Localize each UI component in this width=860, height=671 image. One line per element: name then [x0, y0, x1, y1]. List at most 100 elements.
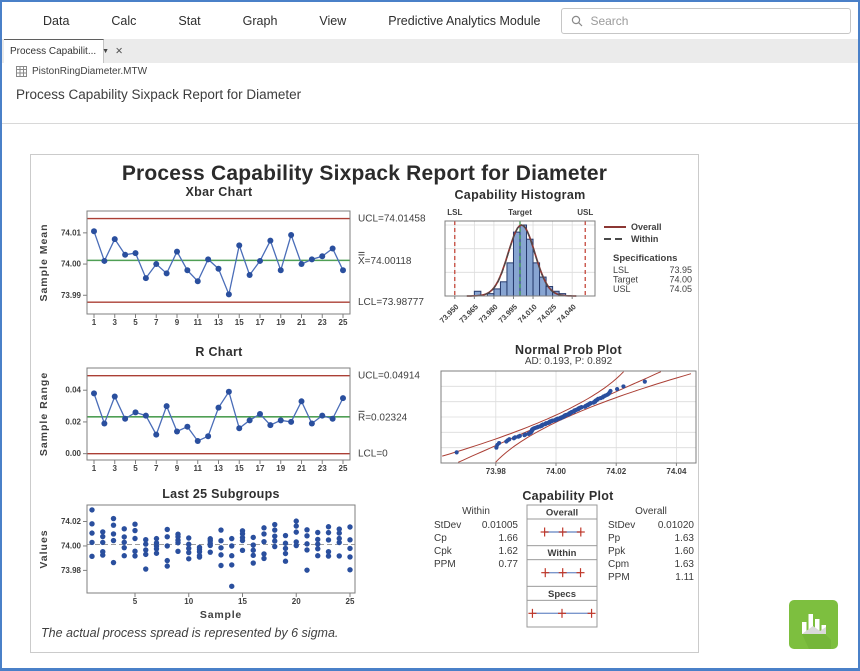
- chevron-down-icon[interactable]: ▼: [102, 48, 109, 55]
- svg-text:20: 20: [292, 597, 301, 606]
- probplot-chart-block[interactable]: Normal Prob PlotAD: 0.193, P: 0.89273.98…: [408, 343, 698, 487]
- menu-item-calc[interactable]: Calc: [90, 14, 157, 28]
- capability-chart-block[interactable]: Capability PlotWithinStDev0.01005Cp1.66C…: [408, 489, 698, 633]
- svg-text:73.98: 73.98: [61, 566, 82, 575]
- menu-item-data[interactable]: Data: [22, 14, 90, 28]
- stat-label: Cpk: [434, 545, 452, 558]
- stat-row: StDev 0.01005: [434, 519, 518, 532]
- svg-text:15: 15: [235, 464, 244, 473]
- svg-text:LSL: LSL: [447, 208, 462, 217]
- svg-text:13: 13: [214, 464, 223, 473]
- svg-text:LCL=0: LCL=0: [358, 449, 388, 460]
- svg-text:USL: USL: [613, 284, 631, 294]
- probplot-plot[interactable]: 73.9874.0074.0274.04: [408, 369, 698, 481]
- svg-text:73.95: 73.95: [669, 265, 692, 275]
- svg-text:74.04: 74.04: [666, 467, 687, 476]
- svg-text:15: 15: [235, 318, 244, 327]
- svg-text:Target: Target: [613, 275, 639, 285]
- svg-text:74.00: 74.00: [61, 541, 82, 550]
- menu-item-graph[interactable]: Graph: [222, 14, 299, 28]
- svg-text:X=74.00118: X=74.00118: [358, 256, 412, 267]
- svg-text:7: 7: [154, 318, 159, 327]
- menu-bar: DataCalcStatGraphViewPredictive Analytic…: [2, 2, 858, 39]
- svg-text:11: 11: [194, 464, 203, 473]
- stat-row: Cp1.66: [434, 532, 518, 545]
- menu-item-view[interactable]: View: [298, 14, 367, 28]
- output-heading: Process Capability Sixpack Report for Di…: [16, 87, 301, 102]
- svg-text:74.02: 74.02: [61, 517, 82, 526]
- rchart-plot[interactable]: 0.000.020.04135791113151719212325Sample …: [33, 358, 429, 483]
- app-window: DataCalcStatGraphViewPredictive Analytic…: [0, 0, 860, 671]
- svg-text:73.980: 73.980: [477, 302, 500, 325]
- stat-value: 0.77: [499, 558, 518, 571]
- svg-text:USL: USL: [577, 208, 593, 217]
- menu-item-predictive-analytics-module[interactable]: Predictive Analytics Module: [367, 14, 561, 28]
- stat-row: Cpm1.63: [608, 558, 694, 571]
- svg-text:13: 13: [214, 318, 223, 327]
- stat-value: 0.01005: [482, 519, 518, 532]
- tab-strip: Process Capabilit... ▼ ✕: [2, 39, 858, 63]
- xbar-plot[interactable]: 73.9974.0074.01135791113151719212325Samp…: [33, 199, 429, 337]
- rchart-ylabel: Sample Range: [38, 372, 50, 456]
- menu-item-stat[interactable]: Stat: [157, 14, 221, 28]
- svg-text:3: 3: [113, 464, 118, 473]
- report-panel: Process Capability Sixpack Report for Di…: [30, 154, 699, 653]
- worksheet-name: PistonRingDiameter.MTW: [32, 66, 147, 77]
- stat-value: 1.60: [675, 545, 694, 558]
- svg-text:25: 25: [339, 464, 348, 473]
- report-title: Process Capability Sixpack Report for Di…: [31, 162, 698, 186]
- last25-chart-block[interactable]: Last 25 Subgroups73.9874.0074.0251015202…: [33, 487, 429, 627]
- stat-label: PPM: [434, 558, 456, 571]
- stat-row: PPM1.11: [608, 571, 694, 584]
- svg-text:Overall: Overall: [546, 508, 578, 519]
- xbar-chart-block[interactable]: Xbar Chart73.9974.0074.01135791113151719…: [33, 185, 429, 337]
- svg-text:3: 3: [113, 318, 118, 327]
- histogram-plot[interactable]: LSLTargetUSL73.95073.96573.98073.99574.0…: [408, 201, 698, 351]
- histogram-chart-block[interactable]: Capability HistogramLSLTargetUSL73.95073…: [408, 185, 698, 343]
- close-icon[interactable]: ✕: [115, 46, 123, 57]
- svg-text:5: 5: [133, 597, 138, 606]
- svg-text:19: 19: [276, 464, 285, 473]
- search-box[interactable]: [561, 8, 851, 34]
- last25-plot[interactable]: 73.9874.0074.02510152025ValuesSample: [33, 501, 429, 623]
- stat-value: 0.01020: [658, 519, 694, 532]
- capability-title: Capability Plot: [443, 489, 693, 503]
- svg-text:Within: Within: [548, 548, 577, 559]
- stat-value: 1.62: [499, 545, 518, 558]
- capability-stats-within-header: Within: [434, 506, 518, 517]
- svg-text:23: 23: [318, 464, 327, 473]
- svg-text:Overall: Overall: [631, 222, 662, 232]
- search-input[interactable]: [590, 14, 830, 28]
- svg-text:0.02: 0.02: [65, 417, 81, 426]
- worksheet-row[interactable]: PistonRingDiameter.MTW: [16, 66, 147, 77]
- minitab-logo[interactable]: [789, 600, 838, 649]
- stat-label: Ppk: [608, 545, 625, 558]
- svg-text:21: 21: [297, 464, 306, 473]
- xbar-title: Xbar Chart: [33, 185, 405, 199]
- probplot-title: Normal Prob Plot: [438, 343, 699, 357]
- svg-text:73.950: 73.950: [438, 302, 461, 325]
- svg-text:73.995: 73.995: [497, 302, 520, 325]
- svg-text:5: 5: [133, 464, 138, 473]
- capability-intervals[interactable]: Overall Within Specs: [526, 504, 600, 632]
- svg-text:25: 25: [339, 318, 348, 327]
- stat-row: Cpk 1.62: [434, 545, 518, 558]
- svg-text:Values: Values: [38, 529, 50, 568]
- stat-label: Cpm: [608, 558, 629, 571]
- svg-text:Specs: Specs: [548, 589, 576, 600]
- svg-text:74.040: 74.040: [555, 302, 578, 325]
- stat-value: 1.11: [675, 571, 694, 584]
- svg-text:1: 1: [92, 464, 97, 473]
- rchart-chart-block[interactable]: R Chart0.000.020.04135791113151719212325…: [33, 345, 429, 497]
- divider: [2, 123, 858, 124]
- stat-row: Ppk 1.60: [608, 545, 694, 558]
- svg-text:74.010: 74.010: [516, 302, 539, 325]
- svg-text:9: 9: [175, 464, 180, 473]
- svg-text:74.02: 74.02: [606, 467, 627, 476]
- tab-process-capability[interactable]: Process Capabilit... ▼ ✕: [4, 39, 104, 63]
- svg-text:9: 9: [175, 318, 180, 327]
- stat-label: Cp: [434, 532, 447, 545]
- stat-label: StDev: [434, 519, 461, 532]
- capability-stats-within: Within StDev 0.01005Cp1.66Cpk 1.62 PPM 0.77: [434, 506, 518, 571]
- svg-text:11: 11: [194, 318, 203, 327]
